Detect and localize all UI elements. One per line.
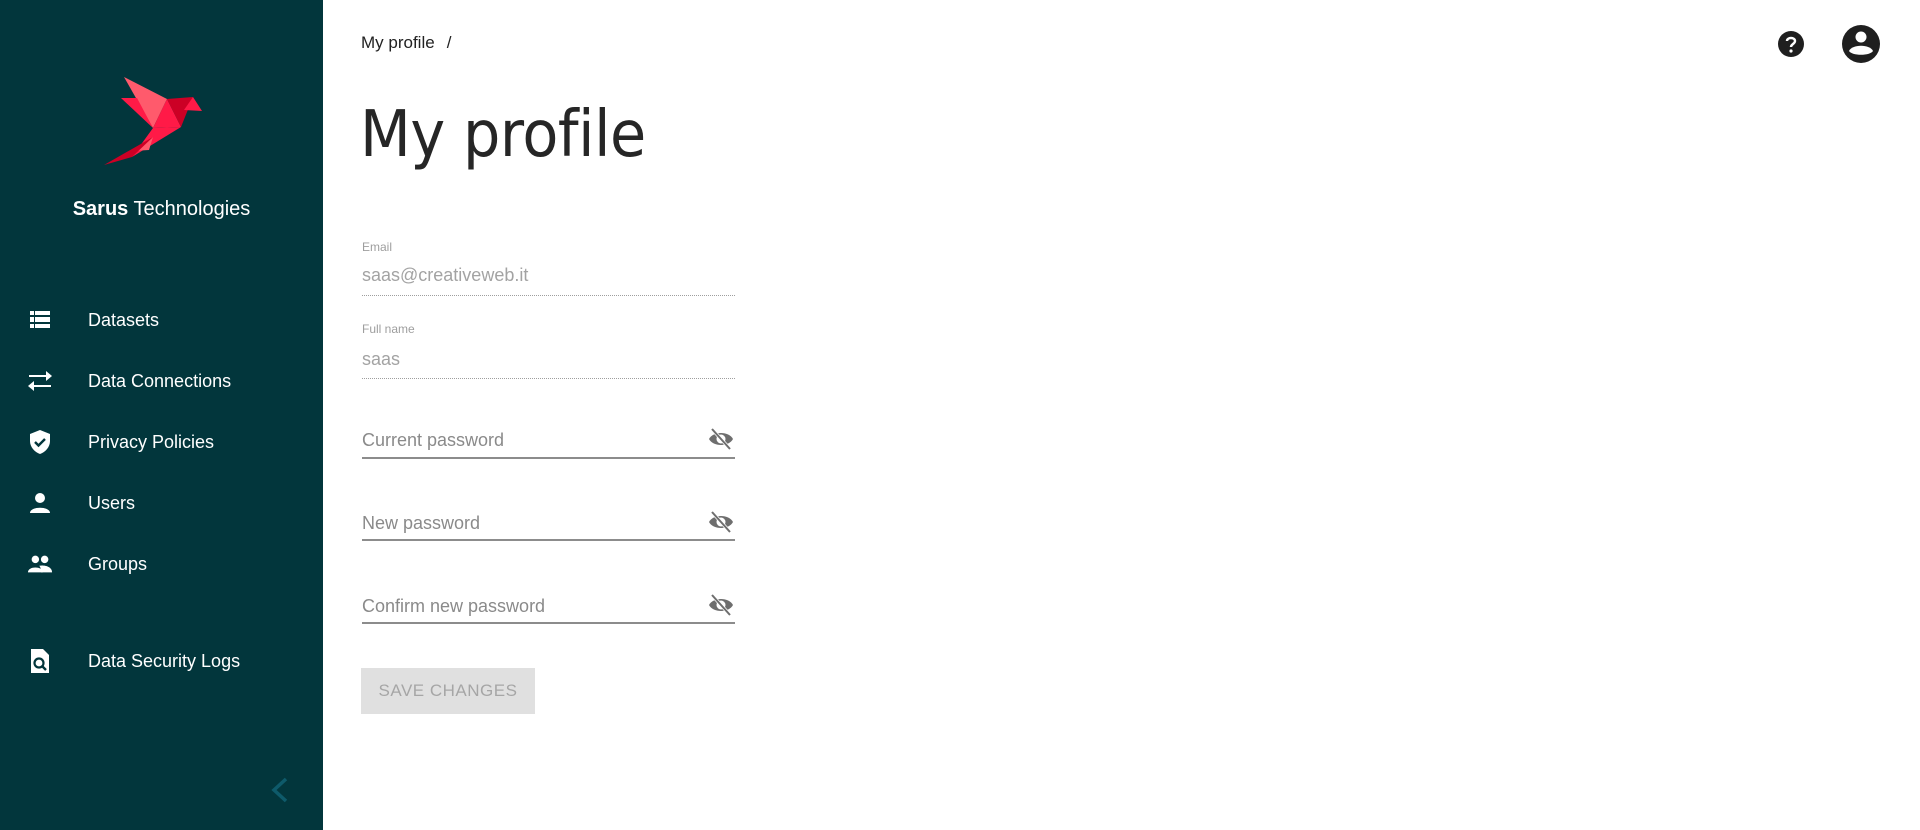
- current-password-input[interactable]: [362, 430, 692, 451]
- sidebar-item-label: Data Connections: [88, 370, 232, 391]
- current-password-underline: [362, 457, 735, 459]
- eye-off-icon[interactable]: [707, 425, 735, 453]
- app: Sarus Technologies Datasets Data Connect…: [0, 0, 1920, 830]
- sidebar-item-datasets[interactable]: Datasets: [0, 296, 323, 344]
- chevron-left-icon[interactable]: [268, 776, 292, 804]
- new-password-underline: [362, 539, 735, 541]
- sidebar-item-label: Datasets: [88, 309, 160, 330]
- full-name-label: Full name: [362, 322, 415, 336]
- new-password-input[interactable]: [362, 513, 692, 534]
- breadcrumb: My profile /: [361, 33, 451, 53]
- email-label: Email: [362, 240, 393, 254]
- page-title: My profile: [360, 98, 646, 172]
- save-changes-button[interactable]: SAVE CHANGES: [361, 668, 535, 714]
- email-field: Email saas@creativeweb.it: [362, 240, 735, 296]
- help-circle-icon[interactable]: [1777, 30, 1805, 58]
- full-name-value: saas: [362, 349, 401, 369]
- sidebar-item-users[interactable]: Users: [0, 479, 323, 527]
- sidebar-item-privacy-policies[interactable]: Privacy Policies: [0, 418, 323, 466]
- list-icon: [27, 307, 53, 333]
- sarus-bird-logo: [104, 77, 202, 165]
- email-underline: [362, 295, 735, 296]
- new-password-field: [362, 508, 735, 542]
- sidebar-item-label: Data Security Logs: [88, 650, 241, 671]
- email-value: saas@creativeweb.it: [362, 265, 529, 285]
- breadcrumb-separator: /: [446, 33, 452, 52]
- eye-off-icon[interactable]: [707, 508, 735, 536]
- sidebar: Sarus Technologies Datasets Data Connect…: [0, 0, 323, 830]
- people-icon: [27, 551, 53, 577]
- brand-name-bold: Sarus: [72, 198, 129, 220]
- full-name-field: Full name saas: [362, 322, 735, 379]
- full-name-underline: [362, 378, 735, 379]
- current-password-field: [362, 425, 735, 459]
- sidebar-item-data-security-logs[interactable]: Data Security Logs: [0, 637, 323, 685]
- brand-name-rest: Technologies: [128, 198, 251, 220]
- eye-off-icon[interactable]: [707, 591, 735, 619]
- confirm-password-input[interactable]: [362, 596, 692, 617]
- sidebar-item-groups[interactable]: Groups: [0, 540, 323, 588]
- sidebar-item-data-connections[interactable]: Data Connections: [0, 357, 323, 405]
- confirm-password-field: [362, 591, 735, 625]
- file-search-icon: [27, 648, 53, 674]
- brand-name: Sarus Technologies: [0, 198, 323, 221]
- sidebar-item-label: Users: [88, 492, 136, 513]
- sidebar-item-label: Privacy Policies: [88, 431, 215, 452]
- person-icon: [27, 490, 53, 516]
- swap-arrows-icon: [27, 368, 53, 394]
- account-circle-icon[interactable]: [1841, 24, 1881, 64]
- breadcrumb-item-my-profile[interactable]: My profile: [361, 33, 435, 52]
- confirm-password-underline: [362, 622, 735, 624]
- shield-check-icon: [27, 429, 53, 455]
- sidebar-item-label: Groups: [88, 553, 148, 574]
